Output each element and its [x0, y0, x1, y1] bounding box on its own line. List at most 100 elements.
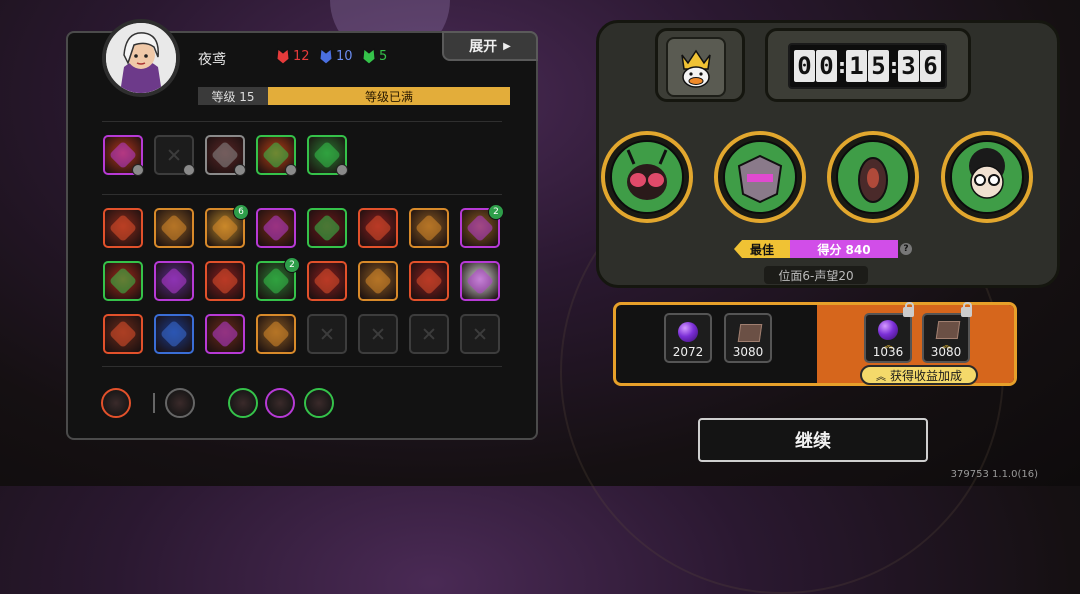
boss-slot-1[interactable]	[601, 131, 693, 223]
crown-duck-icon	[666, 37, 726, 97]
demon-icon-glyph	[312, 213, 342, 243]
reward-value: 1036	[872, 345, 904, 359]
card-icon	[935, 321, 961, 339]
boss-slot-4[interactable]	[941, 131, 1033, 223]
player-avatar[interactable]	[102, 19, 180, 97]
player-name: 夜鸢	[198, 52, 226, 68]
hooded-figure-icon[interactable]: 2	[256, 257, 300, 301]
shield-icon[interactable]	[154, 314, 194, 354]
boss-slot-3[interactable]	[827, 131, 919, 223]
reward-card: 3080	[724, 313, 772, 363]
slash-icon-glyph	[108, 266, 138, 296]
claw-marks-icon[interactable]	[409, 261, 449, 301]
blue-gem-count: 10	[336, 48, 353, 64]
mantis-boss-icon	[610, 140, 684, 214]
compass-icon[interactable]	[154, 208, 194, 248]
lock-icon	[961, 302, 972, 317]
weapon-separator	[153, 393, 155, 413]
spear-icon-glyph	[414, 213, 444, 243]
bullets-icon-glyph	[210, 266, 240, 296]
expand-button[interactable]: 展开 ▶	[442, 31, 538, 61]
divider	[102, 366, 502, 367]
timer-digit: 0	[794, 50, 815, 82]
skull-cloud-icon[interactable]	[154, 261, 194, 301]
empty-slot[interactable]	[460, 314, 500, 354]
crown-spikes-icon-glyph	[363, 266, 393, 296]
mini-rune-icon	[132, 164, 144, 176]
count-badge: 2	[284, 257, 300, 273]
bonus-button[interactable]: ︽ 获得收益加成	[860, 365, 978, 385]
ring-icon[interactable]	[228, 388, 258, 418]
empty-slot[interactable]	[154, 135, 195, 176]
bonus-label: 获得收益加成	[889, 368, 962, 383]
score-bar: 最佳 得分 840	[734, 240, 898, 258]
blades-icon[interactable]	[103, 314, 143, 354]
boss-slot-2[interactable]	[714, 131, 806, 223]
target-cross-icon[interactable]	[101, 388, 131, 418]
character-panel: 夜鸢 12 10 5 展开 ▶ 等级 15 等级已满 6 2 2	[66, 19, 538, 440]
arrows-icon[interactable]	[256, 208, 296, 248]
triangle-right-icon: ▶	[503, 40, 511, 52]
level-status: 等级已满	[268, 87, 510, 105]
card-icon	[737, 324, 763, 342]
mini-rune-icon	[285, 164, 297, 176]
claw-marks-icon-glyph	[414, 266, 444, 296]
explosion-skill-icon[interactable]	[103, 135, 144, 176]
stage-label: 位面6-声望20	[764, 266, 868, 284]
help-icon[interactable]: ?	[900, 243, 912, 255]
purple-orb-icon	[878, 320, 898, 340]
shield-icon-glyph	[159, 319, 189, 349]
mini-rune-icon	[336, 164, 348, 176]
count-badge: 2	[488, 204, 504, 220]
reward-value: 2072	[672, 345, 704, 359]
crossed-swords-icon[interactable]	[205, 314, 245, 354]
robot-boss-icon	[723, 140, 797, 214]
crystals-icon[interactable]	[256, 314, 296, 354]
timer-digit: 0	[816, 50, 837, 82]
reward-value: 3080	[732, 345, 764, 359]
burst-icon-glyph	[465, 266, 495, 296]
continue-button[interactable]: 继续	[698, 418, 928, 462]
slash-icon[interactable]	[103, 261, 143, 301]
green-beast-skill-icon[interactable]	[307, 135, 348, 176]
red-gem-counter: 12	[276, 47, 310, 65]
crossed-swords-icon-glyph	[210, 319, 240, 349]
score-value: 得分 840	[790, 240, 898, 258]
level-label: 等级 15	[198, 87, 268, 105]
level-bar: 等级 15 等级已满	[198, 87, 510, 105]
fist-icon[interactable]	[103, 208, 143, 248]
green-gem-counter: 5	[362, 47, 387, 65]
crown-spikes-icon[interactable]	[358, 261, 398, 301]
fist-icon-glyph	[108, 213, 138, 243]
claw-icon[interactable]	[358, 208, 398, 248]
claw-green-icon[interactable]	[304, 388, 334, 418]
purple-orb-icon	[678, 322, 698, 342]
burst-icon[interactable]	[460, 261, 500, 301]
timer-colon: :	[838, 54, 846, 78]
boosted-reward-card: ︽ 3080	[922, 302, 972, 363]
eye-ring-icon[interactable]: 2	[460, 204, 504, 248]
fist-red-icon[interactable]	[265, 388, 295, 418]
demon-icon[interactable]	[307, 208, 347, 248]
reward-orb: 2072	[664, 313, 712, 363]
timer-box: 0 0 : 1 5 : 3 6	[765, 28, 971, 102]
mini-rune-icon	[183, 164, 195, 176]
empty-slot[interactable]	[307, 314, 347, 354]
bullets-icon[interactable]	[205, 261, 245, 301]
crystals-icon-glyph	[261, 319, 291, 349]
lock-icon	[903, 302, 914, 317]
empty-slot[interactable]	[358, 314, 398, 354]
empty-slot[interactable]	[409, 314, 449, 354]
arrows-icon-glyph	[261, 213, 291, 243]
count-badge: 6	[233, 204, 249, 220]
timer-digit: 5	[868, 50, 889, 82]
alien-boss-icon	[836, 140, 910, 214]
spiral-icon[interactable]	[307, 261, 347, 301]
version-label: 379753 1.1.0(16)	[950, 469, 1038, 480]
vortex-skill-icon[interactable]	[205, 135, 246, 176]
spear-icon[interactable]	[409, 208, 449, 248]
sunrise-icon[interactable]: 6	[205, 204, 249, 248]
boosted-reward-orb: ︽ 1036	[864, 302, 914, 363]
pistol-icon[interactable]	[165, 388, 195, 418]
fire-skill-icon[interactable]	[256, 135, 297, 176]
